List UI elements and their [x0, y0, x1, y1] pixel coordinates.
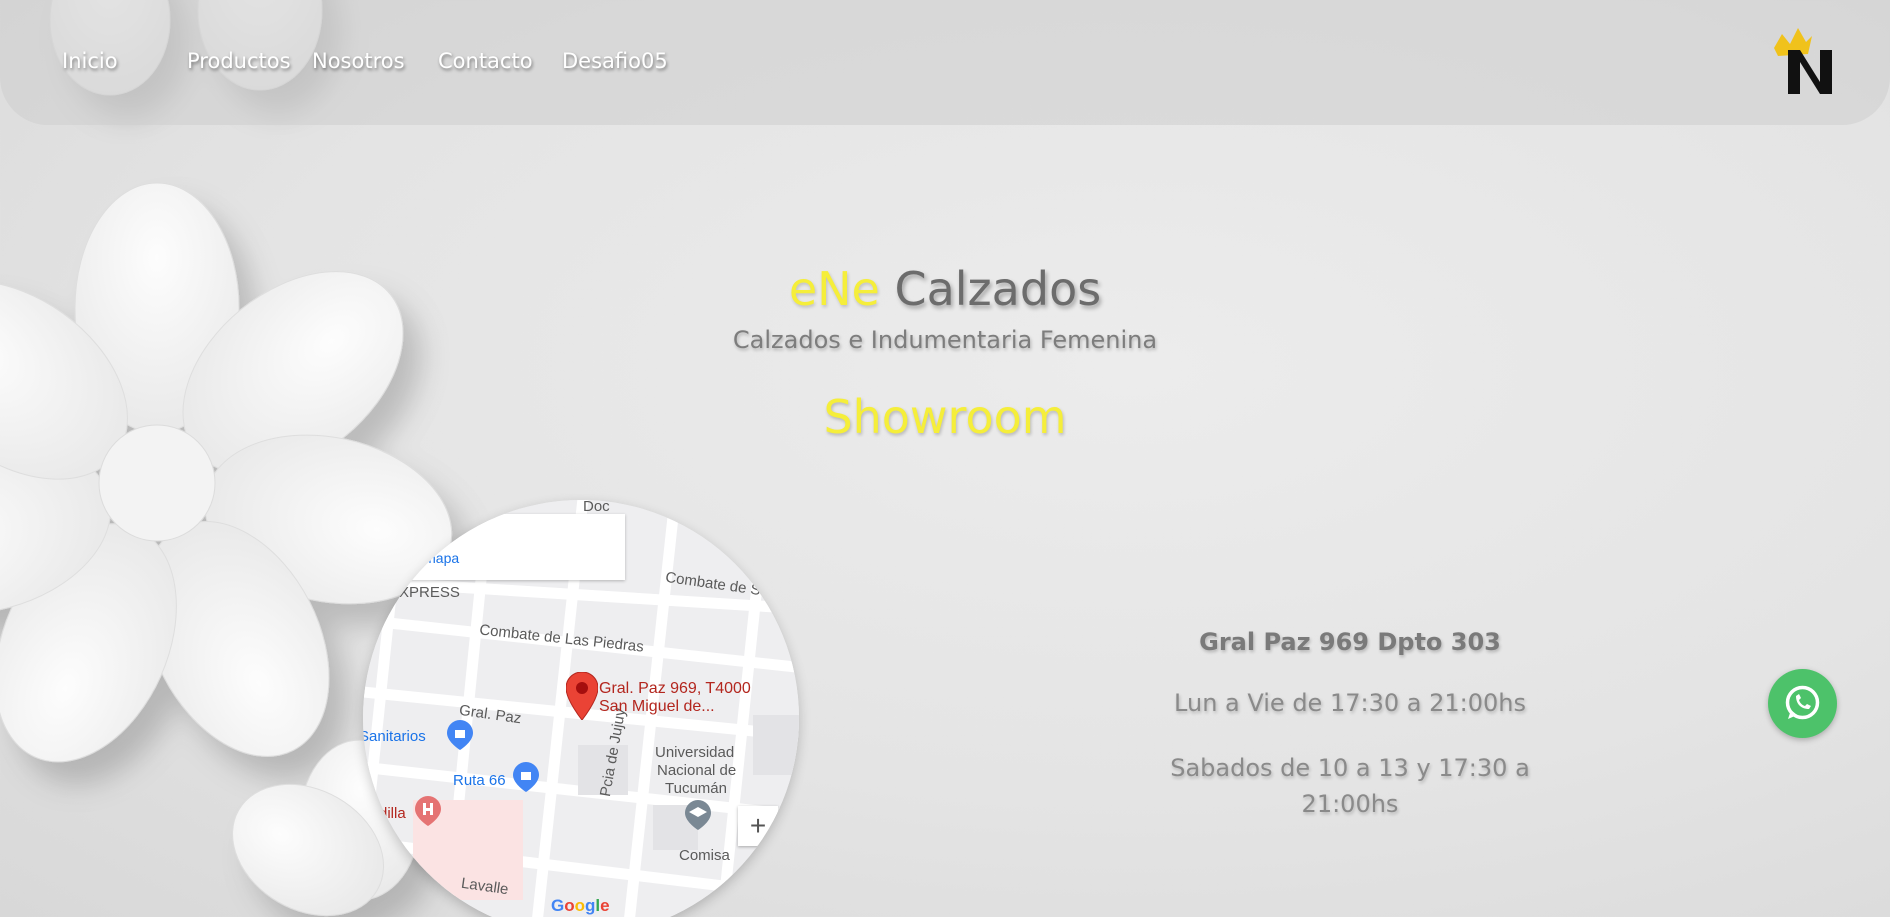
map-label: Sanitarios	[363, 728, 426, 745]
map-place-card: l 969 ar el mapa	[363, 514, 625, 580]
map-pin-label-line2: San Miguel de...	[599, 698, 715, 715]
background-flowers	[0, 0, 453, 917]
store-address: Gral Paz 969 Dpto 303	[1199, 628, 1501, 656]
map-pin-label: Gral. Paz 969, T4000 San Miguel de...	[599, 680, 751, 716]
nav-link-productos[interactable]: Productos	[187, 49, 291, 73]
map-pin-label-line1: Gral. Paz 969, T4000	[599, 680, 751, 697]
map-label: dilla	[379, 805, 406, 822]
map-label: Nacional de	[657, 762, 737, 779]
google-logo: Google	[551, 896, 610, 916]
map-view-larger-link[interactable]: ar el mapa	[393, 550, 459, 566]
nav-link-contacto[interactable]: Contacto	[438, 49, 533, 73]
map-label: Comisa	[679, 847, 730, 864]
map-label: Doc	[583, 500, 610, 515]
map-label: Universidad	[655, 744, 735, 761]
google-letter: e	[600, 896, 610, 915]
map-label: Tucumán	[665, 780, 727, 797]
nav-link-inicio[interactable]: Inicio	[62, 49, 118, 73]
hero-subtitle: Calzados e Indumentaria Femenina	[732, 326, 1158, 354]
hours-saturday: Sabados de 10 a 13 y 17:30 a 21:00hs	[1170, 754, 1530, 818]
brand-name: eNe	[788, 262, 880, 316]
map-zoom-in-button[interactable]: +	[738, 806, 778, 846]
google-letter: o	[564, 896, 575, 915]
map-label: XPRESS	[399, 584, 460, 601]
section-title-showroom: Showroom	[823, 390, 1067, 444]
shopping-bag-marker-icon[interactable]	[513, 762, 539, 792]
google-letter: o	[574, 896, 586, 915]
whatsapp-icon	[1785, 685, 1820, 720]
map-label: Ruta 66	[453, 772, 506, 789]
nav-link-nosotros[interactable]: Nosotros	[312, 49, 405, 73]
hero-title: eNe Calzados	[0, 262, 1890, 316]
nav-link-desafio[interactable]: Desafio05	[562, 49, 668, 73]
crowned-n-logo-icon[interactable]	[1772, 26, 1836, 96]
brand-name-rest: Calzados	[879, 262, 1102, 316]
map-embed[interactable]: l 969 ar el mapa Doc Combate de Sa XPRES…	[363, 500, 799, 917]
google-letter: G	[551, 896, 565, 915]
navbar: Inicio Productos Nosotros Contacto Desaf…	[0, 0, 1890, 125]
google-letter: g	[585, 896, 596, 915]
school-marker-icon[interactable]	[685, 800, 711, 830]
whatsapp-button[interactable]	[1768, 669, 1837, 738]
map-pin-icon[interactable]	[566, 672, 598, 720]
map-card-title: l 969	[393, 526, 431, 545]
hours-weekdays: Lun a Vie de 17:30 a 21:00hs	[1174, 689, 1526, 717]
shopping-bag-marker-icon[interactable]	[447, 720, 473, 750]
hospital-marker-icon[interactable]	[415, 796, 441, 826]
